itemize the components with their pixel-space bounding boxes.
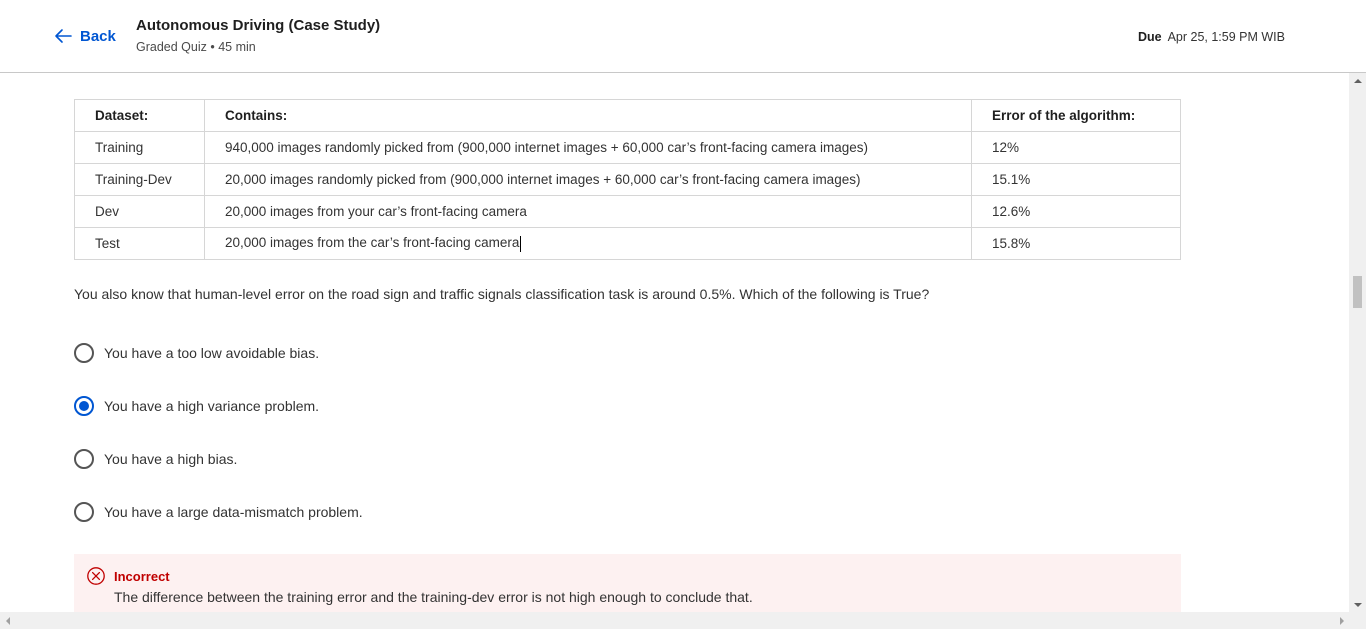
table-cell-error: 15.8% <box>971 227 1181 260</box>
horizontal-scrollbar[interactable] <box>0 612 1366 629</box>
table-row: Test 20,000 images from the car’s front-… <box>74 227 1181 260</box>
option-label: You have a large data-mismatch problem. <box>104 504 363 520</box>
answer-options: You have a too low avoidable bias. You h… <box>74 342 363 554</box>
table-header-row: Dataset: Contains: Error of the algorith… <box>74 99 1181 132</box>
table-cell-contains: 940,000 images randomly picked from (900… <box>204 131 972 164</box>
scroll-down-arrow-icon[interactable] <box>1354 603 1362 607</box>
table-header-dataset: Dataset: <box>74 99 205 132</box>
quiz-content: Dataset: Contains: Error of the algorith… <box>74 99 1182 624</box>
feedback-status: Incorrect <box>114 569 170 584</box>
scroll-up-arrow-icon[interactable] <box>1354 79 1362 83</box>
quiz-title-block: Autonomous Driving (Case Study) Graded Q… <box>136 17 380 54</box>
table-cell-contains: 20,000 images from your car’s front-faci… <box>204 195 972 228</box>
table-row: Training 940,000 images randomly picked … <box>74 131 1181 164</box>
dataset-table: Dataset: Contains: Error of the algorith… <box>74 99 1181 260</box>
table-cell-error: 12.6% <box>971 195 1181 228</box>
table-cell-dataset: Training-Dev <box>74 163 205 196</box>
table-cell-contains-text: 20,000 images from the car’s front-facin… <box>225 235 520 251</box>
answer-option[interactable]: You have a high bias. <box>74 448 363 470</box>
quiz-title: Autonomous Driving (Case Study) <box>136 17 381 34</box>
table-header-error: Error of the algorithm: <box>971 99 1181 132</box>
due-date: Due Apr 25, 1:59 PM WIB <box>1138 30 1285 44</box>
table-row: Dev 20,000 images from your car’s front-… <box>74 195 1181 228</box>
scroll-left-arrow-icon[interactable] <box>6 617 10 625</box>
quiz-header: Back Autonomous Driving (Case Study) Gra… <box>0 0 1366 73</box>
text-caret <box>520 235 522 252</box>
close-circle-icon <box>87 567 105 585</box>
table-cell-dataset: Dev <box>74 195 205 228</box>
due-value: Apr 25, 1:59 PM WIB <box>1167 30 1285 44</box>
scroll-right-arrow-icon[interactable] <box>1340 617 1344 625</box>
option-label: You have a too low avoidable bias. <box>104 345 320 361</box>
radio-button[interactable] <box>74 343 94 363</box>
table-cell-contains: 20,000 images randomly picked from (900,… <box>204 163 972 196</box>
answer-option[interactable]: You have a too low avoidable bias. <box>74 342 363 364</box>
radio-button[interactable] <box>74 502 94 522</box>
vertical-scrollbar[interactable] <box>1349 73 1366 612</box>
table-cell-error: 15.1% <box>971 163 1181 196</box>
due-label: Due <box>1137 30 1162 44</box>
option-label: You have a high bias. <box>104 451 238 467</box>
answer-option[interactable]: You have a large data-mismatch problem. <box>74 501 363 523</box>
option-label: You have a high variance problem. <box>104 398 320 414</box>
table-cell-dataset: Test <box>74 227 205 260</box>
scrollbar-thumb[interactable] <box>1353 276 1362 308</box>
table-header-contains: Contains: <box>204 99 972 132</box>
table-row: Training-Dev 20,000 images randomly pick… <box>74 163 1181 196</box>
table-cell-contains: 20,000 images from the car’s front-facin… <box>204 227 972 260</box>
table-cell-error: 12% <box>971 131 1181 164</box>
question-text: You also know that human-level error on … <box>74 286 930 302</box>
feedback-text: The difference between the training erro… <box>114 589 753 605</box>
back-button[interactable]: Back <box>52 25 116 47</box>
quiz-subtitle: Graded Quiz • 45 min <box>136 40 256 54</box>
radio-button[interactable] <box>74 449 94 469</box>
answer-option[interactable]: You have a high variance problem. <box>74 395 363 417</box>
radio-button-selected[interactable] <box>74 396 94 416</box>
table-cell-dataset: Training <box>74 131 205 164</box>
arrow-left-icon <box>55 29 72 43</box>
back-label: Back <box>80 27 116 45</box>
